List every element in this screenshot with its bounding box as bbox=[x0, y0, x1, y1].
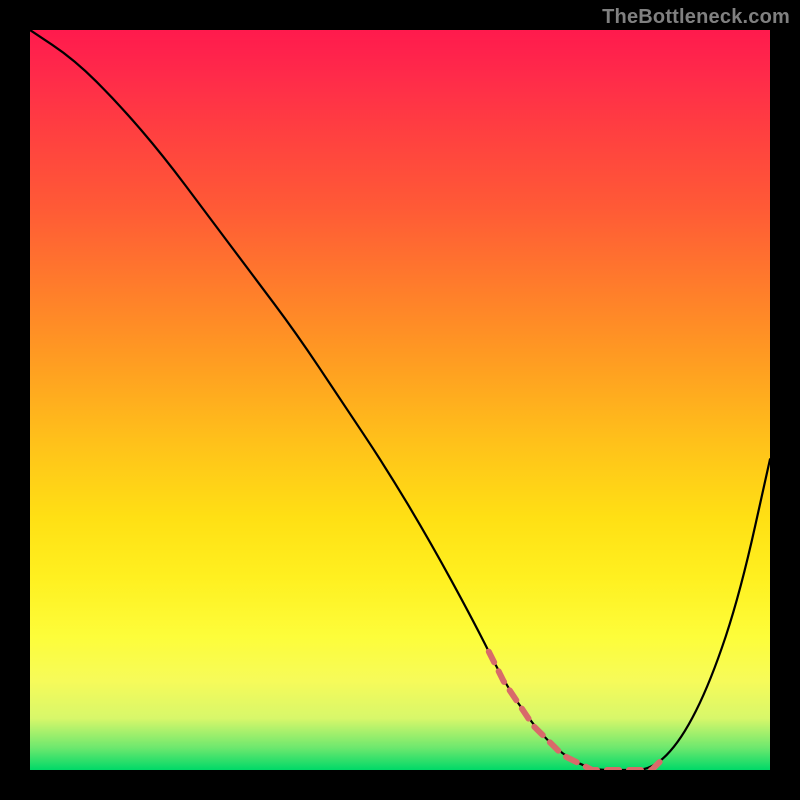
curve-svg bbox=[30, 30, 770, 770]
watermark-label: TheBottleneck.com bbox=[602, 6, 790, 29]
chart-frame: TheBottleneck.com bbox=[0, 0, 800, 800]
plot-area bbox=[30, 30, 770, 770]
bottleneck-curve-line bbox=[30, 30, 770, 770]
optimal-range-dashes bbox=[489, 652, 667, 770]
